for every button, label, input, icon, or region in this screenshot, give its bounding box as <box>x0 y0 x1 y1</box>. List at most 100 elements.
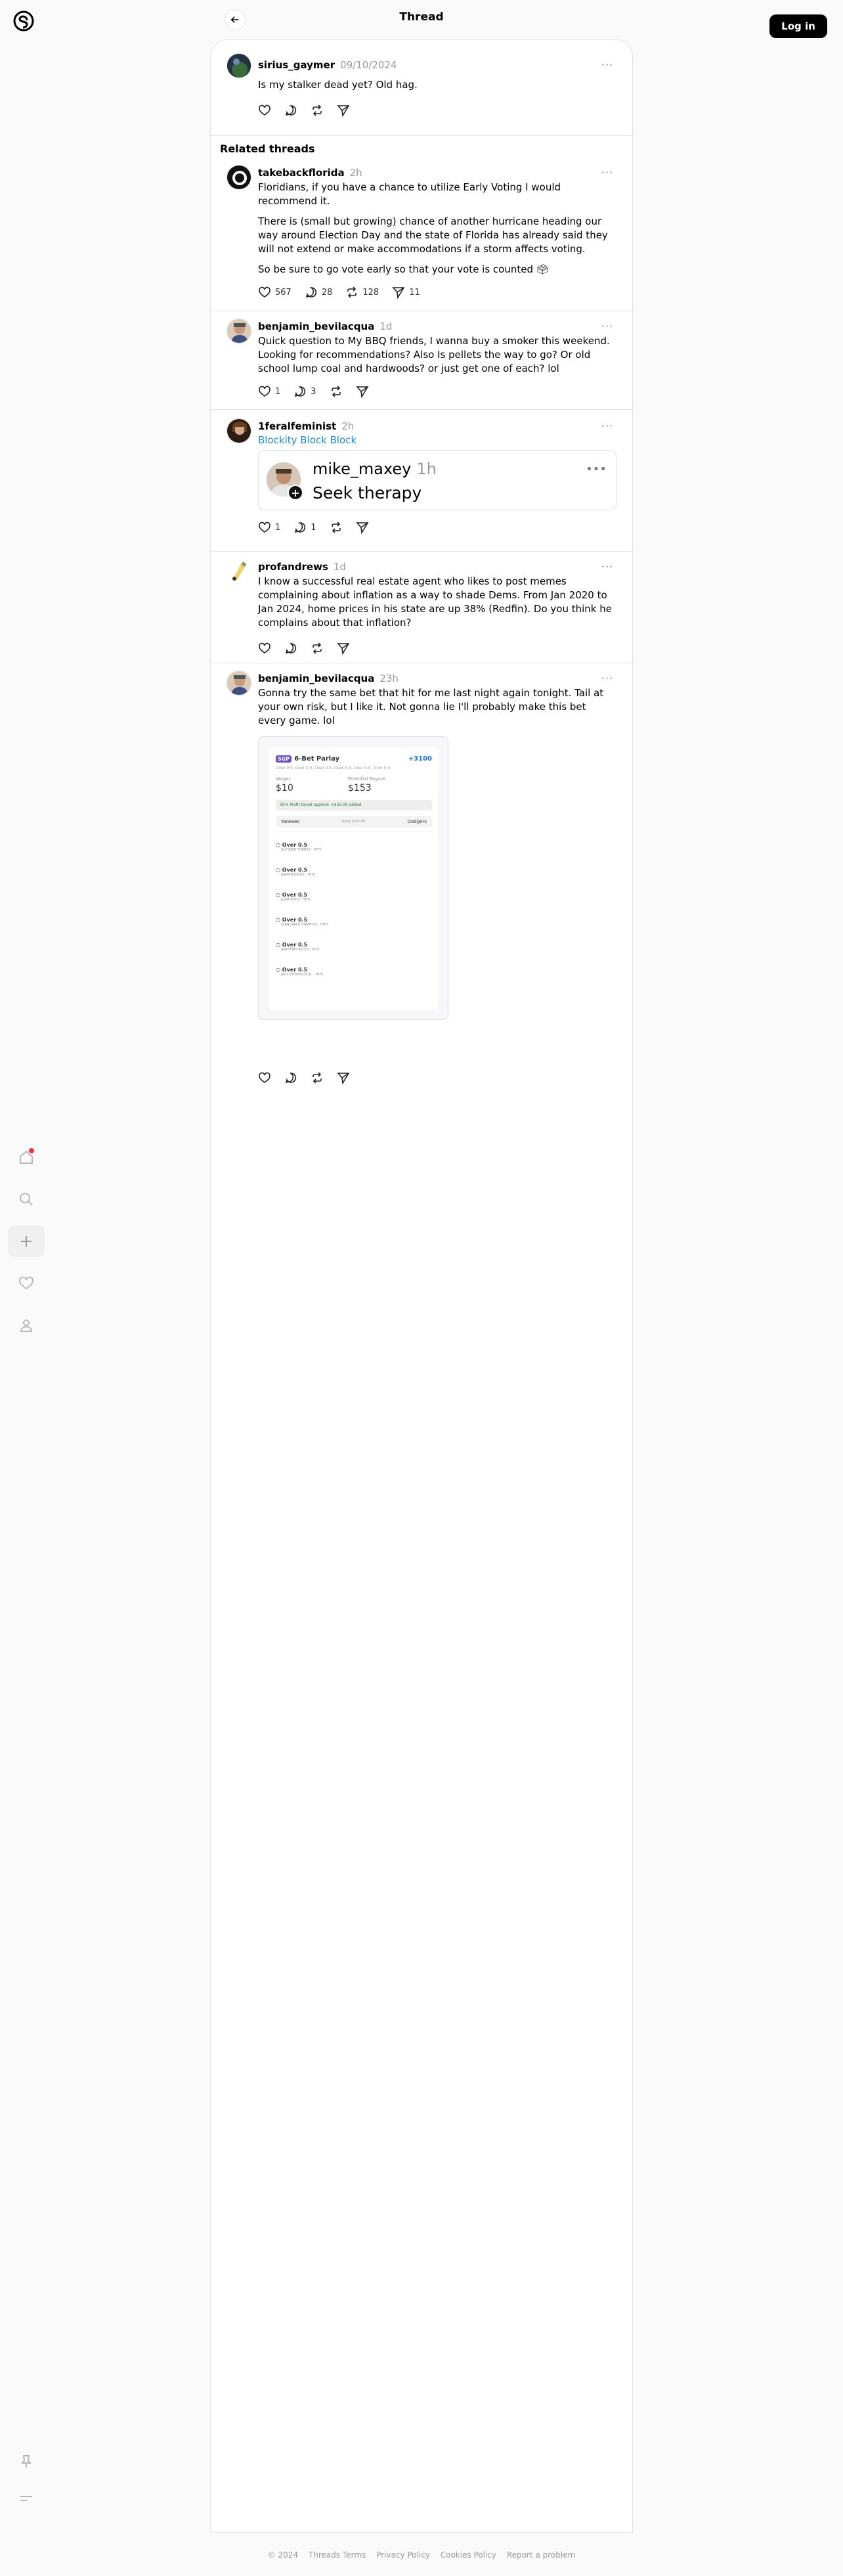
profit-boost: 30% Profit Boost applied: +$33.00 added <box>276 800 432 811</box>
more-options-icon[interactable]: ••• <box>586 462 607 476</box>
wager-label: Wager <box>276 776 291 782</box>
reply-button[interactable] <box>284 642 297 655</box>
repost-button[interactable] <box>311 1071 324 1084</box>
reply-button[interactable]: 1 <box>293 521 316 534</box>
leg-player: GIANCARLO STANTON - HITS <box>281 923 328 927</box>
game-time: Today 8:08 PM <box>341 820 366 824</box>
related-threads-title: Related threads <box>220 143 315 155</box>
footer-report-link[interactable]: Report a problem <box>507 2550 575 2560</box>
leg-line: Over 0.5 <box>282 942 308 948</box>
avatar[interactable] <box>227 671 251 696</box>
more-options-icon[interactable]: ··· <box>598 559 616 573</box>
menu-icon[interactable] <box>8 2483 45 2514</box>
payout-value: $153 <box>348 783 372 793</box>
footer-copyright: © 2024 <box>267 2550 299 2560</box>
reply-icon[interactable] <box>284 104 297 117</box>
home-icon[interactable] <box>8 1142 45 1173</box>
share-button[interactable] <box>355 385 369 398</box>
repost-button[interactable]: 128 <box>345 286 379 299</box>
search-icon[interactable] <box>8 1184 45 1215</box>
leg-player: GLEYBER TORRES - HITS <box>281 848 322 852</box>
left-rail <box>0 0 50 2576</box>
pin-icon[interactable] <box>8 2446 45 2477</box>
bet-leg: ○ Over 0.5 JAZZ CHISHOLM JR. - HITS <box>276 967 324 977</box>
post-username[interactable]: takebackflorida <box>258 167 345 179</box>
wager-value: $10 <box>276 783 293 793</box>
post-text: Quick question to My BBQ friends, I wann… <box>258 335 610 374</box>
more-options-icon[interactable]: ··· <box>598 165 616 179</box>
post-text: Gonna try the same bet that hit for me l… <box>258 687 604 726</box>
reply-button[interactable]: 28 <box>305 286 332 299</box>
post-username[interactable]: sirius_gaymer <box>258 59 335 71</box>
leg-line: Over 0.5 <box>282 892 308 898</box>
bet-leg: ○ Over 0.5 JUAN SOTO - HITS <box>276 892 311 902</box>
footer-cookies-link[interactable]: Cookies Policy <box>441 2550 496 2560</box>
like-icon[interactable] <box>258 104 271 117</box>
related-post[interactable]: benjamin_bevilacqua 23h ··· Gonna try the… <box>227 671 616 1084</box>
post-link-text[interactable]: Blockity Block Block <box>258 434 616 446</box>
reply-button[interactable]: 3 <box>293 385 316 398</box>
post-username[interactable]: profandrews <box>258 561 328 573</box>
avatar[interactable] <box>227 418 251 443</box>
footer-terms-link[interactable]: Threads Terms <box>309 2550 366 2560</box>
heart-icon[interactable] <box>8 1268 45 1299</box>
post-time: 2h <box>349 167 362 179</box>
post-time: 1d <box>333 561 346 573</box>
share-button[interactable] <box>337 1071 350 1084</box>
divider <box>211 551 632 552</box>
like-button[interactable]: 567 <box>258 286 292 299</box>
leg-line: Over 0.5 <box>282 967 308 973</box>
more-options-icon[interactable]: ··· <box>598 671 616 685</box>
related-post[interactable]: benjamin_bevilacqua 1d ··· Quick question… <box>227 319 616 404</box>
share-icon[interactable] <box>337 104 350 117</box>
leg-line: Over 0.5 <box>282 842 308 848</box>
related-post[interactable]: takebackflorida 2h ··· Floridians, if you… <box>227 165 616 309</box>
main-post: sirius_gaymer 09/10/2024 ··· Is my stalke… <box>227 53 616 132</box>
like-button[interactable]: 1 <box>258 521 280 534</box>
post-paragraph: So be sure to go vote early so that your… <box>258 263 549 275</box>
like-button[interactable] <box>258 642 271 655</box>
avatar[interactable] <box>227 53 251 78</box>
share-button[interactable]: 11 <box>392 286 420 299</box>
post-time: 23h <box>379 673 399 684</box>
leg-player: JAZZ CHISHOLM JR. - HITS <box>281 973 324 977</box>
post-image[interactable]: SGP 6-Bet Parlay +3100 Over 0.5, Over 0.… <box>258 736 448 1020</box>
related-post[interactable]: profandrews 1d ··· I know a successful re… <box>227 559 616 657</box>
more-options-icon[interactable]: ··· <box>598 418 616 433</box>
reply-count: 1 <box>311 522 316 533</box>
bet-slip: SGP 6-Bet Parlay +3100 Over 0.5, Over 0.… <box>269 747 439 1010</box>
repost-count: 128 <box>362 287 379 298</box>
more-options-icon[interactable]: ··· <box>598 319 616 333</box>
like-button[interactable]: 1 <box>258 385 280 398</box>
follow-plus-icon[interactable]: + <box>288 485 303 500</box>
post-username[interactable]: 1feralfeminist <box>258 420 336 432</box>
avatar[interactable] <box>227 319 251 344</box>
post-username[interactable]: benjamin_bevilacqua <box>258 321 374 332</box>
repost-icon[interactable] <box>311 104 324 117</box>
bet-leg: ○ Over 0.5 GLEYBER TORRES - HITS <box>276 842 322 852</box>
repost-button[interactable] <box>330 521 343 534</box>
profile-icon[interactable] <box>8 1310 45 1341</box>
repost-button[interactable] <box>330 385 343 398</box>
footer-privacy-link[interactable]: Privacy Policy <box>376 2550 430 2560</box>
quoted-username[interactable]: mike_maxey <box>313 460 411 478</box>
post-username[interactable]: benjamin_bevilacqua <box>258 673 374 684</box>
more-options-icon[interactable]: ··· <box>598 57 616 72</box>
quoted-post[interactable]: + mike_maxey 1h Seek therapy ••• <box>258 450 616 510</box>
avatar[interactable] <box>227 559 251 584</box>
share-button[interactable] <box>355 521 369 534</box>
payout-label: Potential Payout <box>348 776 385 782</box>
share-button[interactable] <box>337 642 350 655</box>
login-button[interactable]: Log in <box>769 14 827 38</box>
related-post[interactable]: 1feralfeminist 2h ··· Blockity Block Bloc… <box>227 418 616 550</box>
reply-button[interactable] <box>284 1071 297 1084</box>
divider <box>211 135 632 136</box>
repost-button[interactable] <box>311 642 324 655</box>
like-button[interactable] <box>258 1071 271 1084</box>
create-icon[interactable] <box>8 1226 45 1257</box>
like-count: 1 <box>275 522 281 533</box>
post-actions: 567 28 128 11 <box>258 283 616 301</box>
post-text: Is my stalker dead yet? Old hag. <box>258 79 418 91</box>
avatar[interactable] <box>227 165 251 190</box>
thread-card: sirius_gaymer 09/10/2024 ··· Is my stalke… <box>210 39 633 2533</box>
